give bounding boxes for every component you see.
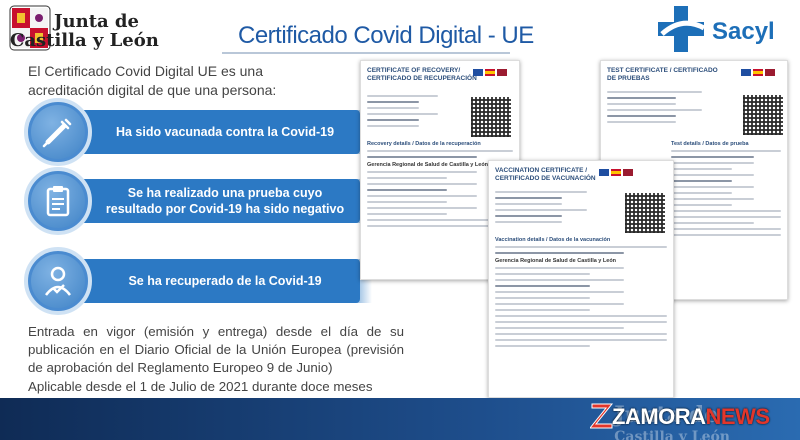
cert-issuer: Gerencia Regional de Salud de Castilla y… (495, 258, 617, 264)
zamora-news-logo: ZAMORANEWS (584, 396, 794, 436)
recovered-person-icon (45, 266, 71, 296)
entry-into-force-text: Entrada en vigor (emisión y entrega) des… (28, 324, 404, 375)
junta-castilla-leon-logo: Junta de Castilla y León (8, 4, 159, 54)
cert-title: CERTIFICATE OF RECOVERY/ CERTIFICADO DE … (367, 67, 477, 82)
cyl-flag-icon (765, 69, 775, 76)
vaccination-certificate-image: VACCINATION CERTIFICATE / CERTIFICADO DE… (488, 160, 674, 398)
band-icon-circle (24, 98, 92, 166)
band-label: Ha sido vacunada contra la Covid-19 (115, 125, 335, 139)
sacyl-wordmark: Sacyl (712, 18, 775, 45)
brand-right: NEWS (705, 404, 771, 429)
band-icon-circle (24, 167, 92, 235)
zamora-news-wordmark: ZAMORANEWS (612, 404, 770, 430)
eu-flag-icon (599, 169, 609, 176)
title-underline (222, 52, 510, 54)
zamora-z-icon (590, 403, 614, 429)
band-label: Se ha recuperado de la Covid-19 (128, 274, 322, 288)
spain-flag-icon (485, 69, 495, 76)
cert-title: TEST CERTIFICATE / CERTIFICADO DE PRUEBA… (607, 67, 718, 82)
intro-text: El Certificado Covid Digital UE es una a… (28, 63, 277, 98)
cert-section-title: Recovery details / Datos de la recuperac… (367, 141, 481, 147)
band-recovered: Se ha recuperado de la Covid-19 (0, 247, 372, 315)
eu-flag-icon (741, 69, 751, 76)
qr-code-icon (471, 97, 511, 137)
cert-section-title: Test details / Datos de prueba (671, 141, 749, 147)
sacyl-cross-icon (658, 6, 706, 52)
cert-section-title: Vaccination details / Datos de la vacuna… (495, 237, 611, 243)
cert-flags (473, 69, 507, 76)
cyl-flag-icon (623, 169, 633, 176)
logo-line-2: Castilla y León (10, 30, 159, 51)
band-icon-circle (24, 247, 92, 315)
band-label: Se ha realizado una prueba cuyo resultad… (105, 186, 345, 216)
band-tested: Se ha realizado una prueba cuyo resultad… (0, 167, 372, 235)
cyl-flag-icon (497, 69, 507, 76)
spain-flag-icon (611, 169, 621, 176)
eu-flag-icon (473, 69, 483, 76)
logo-line-1: Junta de (54, 11, 139, 32)
cert-flags (741, 69, 775, 76)
sacyl-logo: Sacyl (652, 4, 782, 56)
band-vaccinated: Ha sido vacunada contra la Covid-19 (0, 98, 372, 166)
qr-code-icon (625, 193, 665, 233)
page-title: Certificado Covid Digital - UE (238, 22, 534, 49)
spain-flag-icon (753, 69, 763, 76)
qr-code-icon (743, 95, 783, 135)
cert-flags (599, 169, 633, 176)
brand-left: ZAMORA (612, 404, 706, 429)
test-clipboard-icon (46, 186, 70, 217)
syringe-icon (42, 118, 72, 148)
applicable-date-text: Aplicable desde el 1 de Julio de 2021 du… (28, 379, 373, 394)
